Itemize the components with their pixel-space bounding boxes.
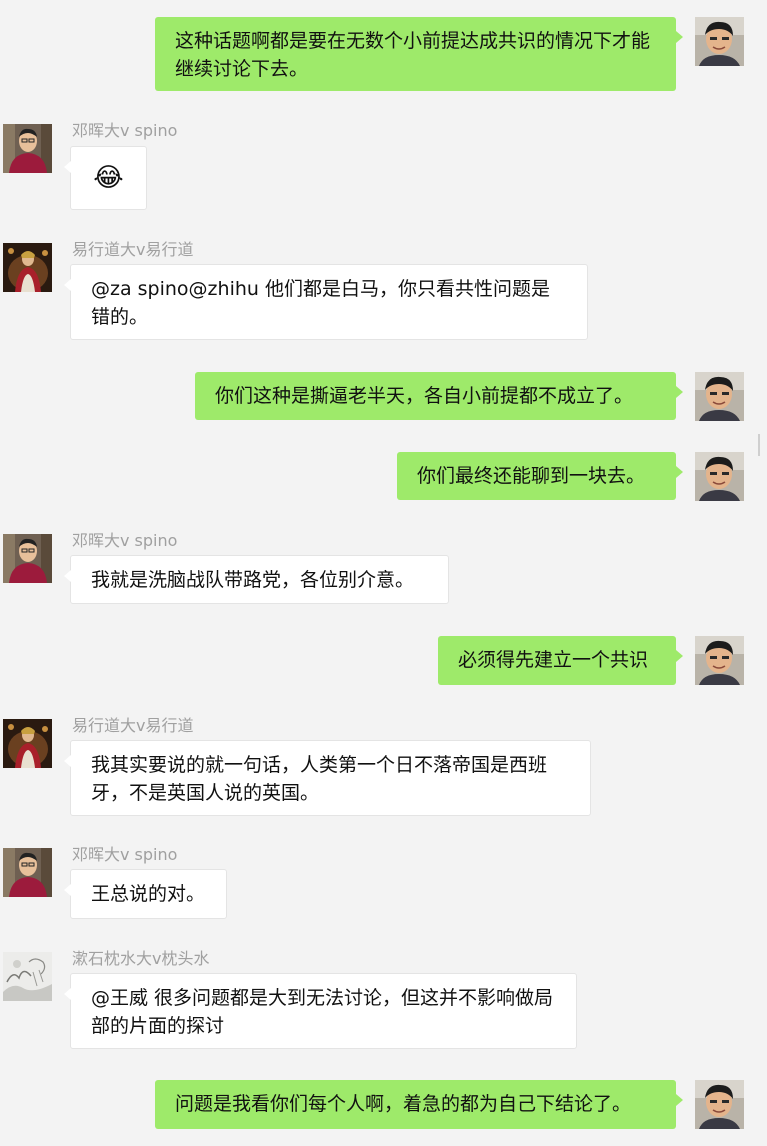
message-text: 这种话题啊都是要在无数个小前提达成共识的情况下才能继续讨论下去。	[175, 30, 651, 80]
outgoing-message-bubble[interactable]: 你们这种是撕逼老半天，各自小前提都不成立了。	[195, 372, 683, 420]
sender-avatar[interactable]	[3, 124, 52, 173]
self-avatar[interactable]	[695, 372, 744, 421]
message-text: 你们这种是撕逼老半天，各自小前提都不成立了。	[215, 385, 634, 407]
incoming-message-bubble[interactable]: 我其实要说的就一句话，人类第一个日不落帝国是西班牙，不是英国人说的英国。	[64, 740, 591, 816]
self-avatar-photo-icon	[695, 636, 744, 685]
sender-name: 漱石枕水大v枕头水	[72, 949, 210, 968]
outgoing-message-bubble[interactable]: 你们最终还能聊到一块去。	[397, 452, 683, 500]
message-text: 你们最终还能聊到一块去。	[417, 465, 646, 487]
message-text: 必须得先建立一个共识	[458, 649, 649, 671]
sender-name: 邓晖大v spino	[72, 121, 178, 140]
red-shirt-man-avatar-icon	[3, 534, 52, 583]
incoming-message-bubble[interactable]: 我就是洗脑战队带路党，各位别介意。	[64, 555, 449, 604]
incoming-message-bubble[interactable]: 😂	[64, 146, 147, 210]
self-avatar[interactable]	[695, 636, 744, 685]
message-text: 问题是我看你们每个人啊，着急的都为自己下结论了。	[175, 1093, 632, 1115]
message-text: 我其实要说的就一句话，人类第一个日不落帝国是西班牙，不是英国人说的英国。	[91, 754, 548, 804]
napoleon-painting-avatar-icon	[3, 719, 52, 768]
ink-landscape-avatar-icon	[3, 952, 52, 1001]
sender-avatar[interactable]	[3, 534, 52, 583]
message-text: 我就是洗脑战队带路党，各位别介意。	[91, 569, 415, 591]
outgoing-message-bubble[interactable]: 必须得先建立一个共识	[438, 636, 683, 685]
self-avatar[interactable]	[695, 17, 744, 66]
message-text: @王威 很多问题都是大到无法讨论，但这并不影响做局部的片面的探讨	[91, 987, 554, 1037]
outgoing-message-bubble[interactable]: 问题是我看你们每个人啊，着急的都为自己下结论了。	[155, 1080, 683, 1129]
self-avatar-photo-icon	[695, 1080, 744, 1129]
self-avatar[interactable]	[695, 452, 744, 501]
sender-name: 易行道大v易行道	[72, 716, 194, 735]
message-text: 王总说的对。	[91, 883, 206, 905]
outgoing-message-bubble[interactable]: 这种话题啊都是要在无数个小前提达成共识的情况下才能继续讨论下去。	[155, 17, 683, 91]
napoleon-painting-avatar-icon	[3, 243, 52, 292]
self-avatar-photo-icon	[695, 452, 744, 501]
scrollbar-thumb[interactable]	[758, 434, 760, 456]
tears-of-joy-emoji-icon: 😂	[93, 163, 124, 193]
incoming-message-bubble[interactable]: 王总说的对。	[64, 869, 227, 919]
chat-message-list[interactable]: 这种话题啊都是要在无数个小前提达成共识的情况下才能继续讨论下去。 邓晖大v sp…	[0, 0, 767, 1146]
self-avatar[interactable]	[695, 1080, 744, 1129]
incoming-message-bubble[interactable]: @za spino@zhihu 他们都是白马，你只看共性问题是错的。	[64, 264, 588, 340]
sender-avatar[interactable]	[3, 719, 52, 768]
message-text: @za spino@zhihu 他们都是白马，你只看共性问题是错的。	[91, 278, 550, 328]
sender-avatar[interactable]	[3, 243, 52, 292]
sender-name: 易行道大v易行道	[72, 240, 194, 259]
red-shirt-man-avatar-icon	[3, 848, 52, 897]
self-avatar-photo-icon	[695, 372, 744, 421]
sender-avatar[interactable]	[3, 952, 52, 1001]
sender-name: 邓晖大v spino	[72, 531, 178, 550]
sender-name: 邓晖大v spino	[72, 845, 178, 864]
sender-avatar[interactable]	[3, 848, 52, 897]
incoming-message-bubble[interactable]: @王威 很多问题都是大到无法讨论，但这并不影响做局部的片面的探讨	[64, 973, 577, 1049]
self-avatar-photo-icon	[695, 17, 744, 66]
red-shirt-man-avatar-icon	[3, 124, 52, 173]
